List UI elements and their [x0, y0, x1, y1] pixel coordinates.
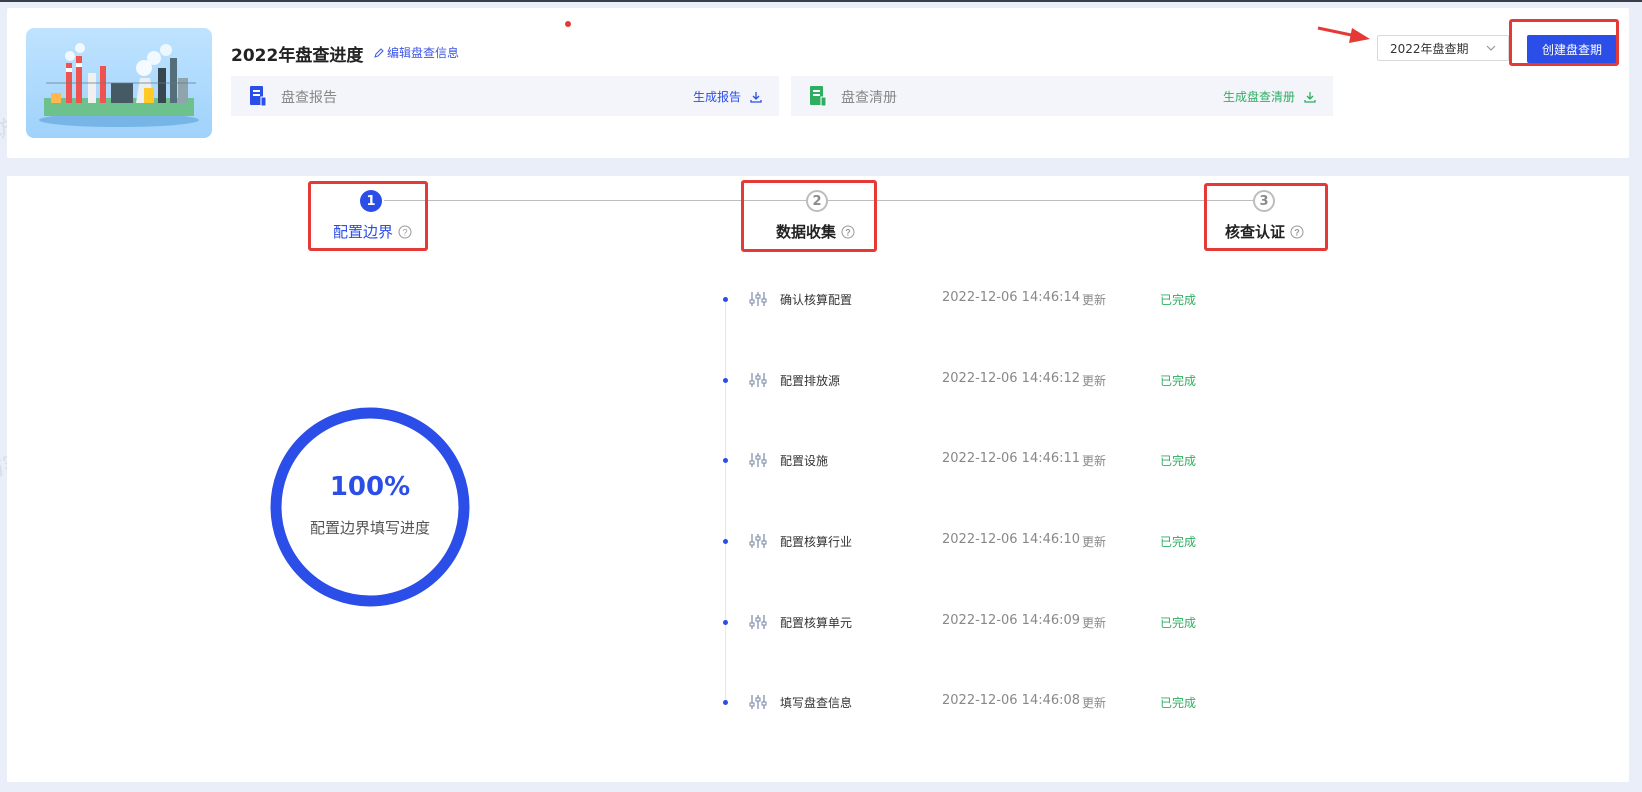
progress-ring-fill	[270, 407, 470, 607]
step-2-text: 数据收集	[776, 223, 837, 241]
timeline-dot	[723, 378, 728, 383]
timeline-item-update: 更新	[1082, 293, 1107, 307]
report-panel: 盘查报告 生成报告	[231, 76, 779, 116]
sliders-icon	[749, 615, 767, 629]
timeline-item: 配置设施 2022-12-06 14:46:11 更新 已完成	[720, 451, 1220, 471]
annotation-dot	[565, 21, 571, 27]
timeline-item-name: 配置排放源	[780, 374, 841, 388]
timeline-item-update: 更新	[1082, 696, 1107, 710]
timeline-item-time: 2022-12-06 14:46:11	[942, 451, 1081, 466]
timeline-item: 配置核算单元 2022-12-06 14:46:09 更新 已完成	[720, 613, 1220, 633]
step-connector	[384, 200, 806, 201]
timeline-item-update: 更新	[1082, 454, 1107, 468]
inventory-header-card: 2022年盘查进度 编辑盘查信息 盘查报告 生成报告 盘查清册 生成盘查清册 2…	[7, 8, 1629, 158]
step-2-label[interactable]: 数据收集 ?	[776, 221, 855, 242]
timeline-item-time: 2022-12-06 14:46:14	[942, 290, 1081, 305]
sliders-icon	[749, 453, 767, 467]
timeline-item-name: 确认核算配置	[780, 293, 853, 307]
timeline-item-status: 已完成	[1160, 696, 1197, 710]
step-1-label[interactable]: 配置边界 ?	[333, 221, 412, 242]
timeline-item: 确认核算配置 2022-12-06 14:46:14 更新 已完成	[720, 290, 1220, 310]
timeline-dot	[723, 620, 728, 625]
report-label: 盘查报告	[281, 90, 337, 106]
pencil-icon	[374, 47, 384, 58]
question-circle-icon[interactable]: ?	[398, 225, 412, 239]
step-1-text: 配置边界	[333, 223, 394, 241]
edit-inventory-label: 编辑盘查信息	[387, 46, 460, 60]
timeline-item-time: 2022-12-06 14:46:10	[942, 532, 1081, 547]
timeline-dot	[723, 700, 728, 705]
timeline-item: 填写盘查信息 2022-12-06 14:46:08 更新 已完成	[720, 693, 1220, 713]
factory-illustration	[26, 28, 212, 138]
svg-text:?: ?	[403, 227, 408, 237]
step-connector	[828, 200, 1262, 201]
annotation-arrow-icon	[1317, 26, 1370, 43]
step-3-text: 核查认证	[1225, 223, 1286, 241]
generate-inventory-button[interactable]: 生成盘查清册	[1223, 88, 1317, 105]
timeline-item-update: 更新	[1082, 616, 1107, 630]
sliders-icon	[749, 695, 767, 709]
timeline-item-update: 更新	[1082, 535, 1107, 549]
document-icon	[250, 86, 267, 107]
download-icon	[1304, 91, 1316, 103]
timeline-item-name: 配置核算单元	[780, 616, 853, 630]
timeline-item: 配置核算行业 2022-12-06 14:46:10 更新 已完成	[720, 532, 1220, 552]
progress-percent: 100%	[329, 472, 411, 502]
progress-ring	[270, 407, 470, 607]
page-title: 2022年盘查进度	[231, 46, 364, 66]
timeline-item-status: 已完成	[1160, 616, 1197, 630]
timeline-item-update: 更新	[1082, 374, 1107, 388]
chevron-down-icon	[1486, 45, 1496, 51]
timeline-item-status: 已完成	[1160, 454, 1197, 468]
inventory-label: 盘查清册	[841, 90, 897, 106]
timeline-item-time: 2022-12-06 14:46:09	[942, 613, 1081, 628]
timeline-item-time: 2022-12-06 14:46:08	[942, 693, 1081, 708]
period-select-value: 2022年盘查期	[1390, 41, 1469, 56]
timeline-item-status: 已完成	[1160, 535, 1197, 549]
question-circle-icon[interactable]: ?	[841, 225, 855, 239]
period-select[interactable]: 2022年盘查期	[1377, 35, 1509, 61]
edit-inventory-link[interactable]: 编辑盘查信息	[373, 44, 459, 61]
step-1-indicator[interactable]: 1	[360, 190, 382, 212]
generate-report-button[interactable]: 生成报告	[693, 88, 763, 105]
timeline-dot	[723, 458, 728, 463]
generate-report-label: 生成报告	[692, 90, 741, 104]
progress-caption: 配置边界填写进度	[309, 519, 430, 537]
progress-card	[7, 176, 1629, 782]
window-top-border	[0, 0, 1642, 2]
create-period-button[interactable]: 创建盘查期	[1527, 35, 1617, 63]
timeline-item-status: 已完成	[1160, 374, 1197, 388]
timeline-axis	[725, 300, 726, 705]
sliders-icon	[749, 534, 767, 548]
svg-text:?: ?	[845, 227, 851, 237]
timeline-item-time: 2022-12-06 14:46:12	[942, 371, 1081, 386]
svg-text:?: ?	[1294, 227, 1300, 237]
inventory-panel: 盘查清册 生成盘查清册	[791, 76, 1333, 116]
timeline-item-name: 配置核算行业	[780, 535, 853, 549]
step-2-indicator[interactable]: 2	[806, 190, 828, 212]
timeline-item-status: 已完成	[1160, 293, 1197, 307]
step-3-indicator[interactable]: 3	[1253, 190, 1275, 212]
sliders-icon	[749, 373, 767, 387]
timeline-item: 配置排放源 2022-12-06 14:46:12 更新 已完成	[720, 371, 1220, 391]
timeline-item-name: 填写盘查信息	[780, 696, 853, 710]
timeline-item-name: 配置设施	[780, 454, 829, 468]
document-icon	[810, 86, 827, 107]
download-icon	[750, 91, 762, 103]
generate-inventory-label: 生成盘查清册	[1222, 90, 1295, 104]
timeline-dot	[723, 297, 728, 302]
sliders-icon	[749, 292, 767, 306]
question-circle-icon[interactable]: ?	[1290, 225, 1304, 239]
step-3-label[interactable]: 核查认证 ?	[1225, 221, 1304, 242]
timeline-dot	[723, 539, 728, 544]
